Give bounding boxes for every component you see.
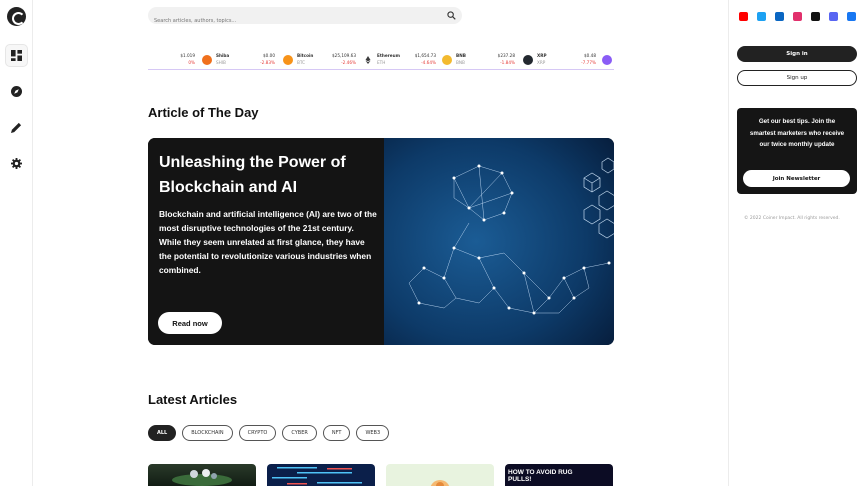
sign-up-button[interactable]: Sign up bbox=[737, 70, 857, 86]
ticker-item[interactable] bbox=[602, 52, 614, 68]
ticker-price: $25,109.63 bbox=[332, 53, 356, 58]
twitter-icon[interactable] bbox=[757, 12, 766, 21]
bnb-coin-icon bbox=[442, 55, 452, 65]
sign-in-button[interactable]: Sign in bbox=[737, 46, 857, 62]
dashboard-nav-icon[interactable] bbox=[6, 45, 27, 66]
join-newsletter-button[interactable]: Join Newsletter bbox=[743, 170, 850, 187]
ethereum-coin-icon bbox=[363, 55, 373, 65]
ticker-change: -7.77% bbox=[581, 60, 596, 65]
article-of-day-heading: Article of The Day bbox=[148, 105, 259, 120]
ticker-symbol: BNB bbox=[456, 53, 466, 58]
ticker-name: XRP bbox=[537, 60, 546, 65]
ticker-item[interactable]: $1.019 0% bbox=[148, 52, 195, 68]
ticker-symbol: XRP bbox=[537, 53, 547, 58]
ticker-symbol: Ethereum bbox=[377, 53, 400, 58]
ticker-name: BTC bbox=[297, 60, 306, 65]
filter-chip-blockchain[interactable]: BLOCKCHAIN bbox=[182, 425, 233, 441]
explore-compass-icon[interactable] bbox=[6, 81, 27, 102]
shiba-coin-icon bbox=[202, 55, 212, 65]
instagram-icon[interactable] bbox=[793, 12, 802, 21]
search-icon[interactable] bbox=[447, 11, 456, 20]
ticker-price: $0.00 bbox=[263, 53, 275, 58]
linkedin-icon[interactable] bbox=[775, 12, 784, 21]
article-thumbnail[interactable]: HOW TO AVOID RUG PULLS! bbox=[505, 464, 613, 486]
ticker-name: SHIB bbox=[216, 60, 226, 65]
newsletter-text: Get our best tips. Join the smartest mar… bbox=[749, 118, 845, 148]
search-input[interactable] bbox=[148, 12, 428, 30]
site-logo-icon[interactable] bbox=[7, 7, 26, 26]
filter-chip-web3[interactable]: WEB3 bbox=[356, 425, 390, 441]
ticker-price: $0.48 bbox=[584, 53, 596, 58]
ticker-item[interactable]: Ethereum ETH $1,654.73 -4.64% bbox=[363, 52, 436, 68]
thumbnail-caption: HOW TO AVOID RUG PULLS! bbox=[508, 469, 573, 483]
article-thumbnail[interactable] bbox=[386, 464, 494, 486]
social-links bbox=[739, 12, 856, 21]
facebook-icon[interactable] bbox=[847, 12, 856, 21]
ticker-item[interactable]: Bitcoin BTC $25,109.63 -2.46% bbox=[283, 52, 356, 68]
left-rail bbox=[0, 0, 33, 486]
filter-chip-crypto[interactable]: CRYPTO bbox=[238, 425, 277, 441]
ticker-symbol: Bitcoin bbox=[297, 53, 314, 58]
ticker-change: -4.64% bbox=[421, 60, 436, 65]
latest-articles-heading: Latest Articles bbox=[148, 392, 238, 407]
featured-article-summary: Blockchain and artificial intelligence (… bbox=[159, 209, 377, 275]
copyright-text: © 2022 Coiner Impact. All rights reserve… bbox=[744, 216, 840, 221]
ticker-price: $237.28 bbox=[497, 53, 515, 58]
ticker-change: -1.84% bbox=[500, 60, 515, 65]
newsletter-card: Get our best tips. Join the smartest mar… bbox=[737, 108, 857, 194]
category-filter-bar: ALL BLOCKCHAIN CRYPTO CYBER NFT WEB3 bbox=[148, 425, 390, 441]
ticker-name: BNB bbox=[456, 60, 465, 65]
ticker-symbol: Shiba bbox=[216, 53, 230, 58]
ticker-price: $1,654.73 bbox=[414, 53, 436, 58]
ticker-item[interactable]: BNB BNB $237.28 -1.84% bbox=[442, 52, 515, 68]
filter-chip-cyber[interactable]: CYBER bbox=[282, 425, 317, 441]
settings-gear-icon[interactable] bbox=[6, 153, 27, 174]
ticker-item[interactable]: Shiba SHIB $0.00 -2.83% bbox=[202, 52, 275, 68]
youtube-icon[interactable] bbox=[739, 12, 748, 21]
discord-icon[interactable] bbox=[829, 12, 838, 21]
crypto-ticker: $1.019 0% Shiba SHIB $0.00 -2.83% Bitcoi… bbox=[148, 50, 614, 70]
search-bar bbox=[148, 7, 462, 30]
ticker-price: $1.019 bbox=[180, 53, 195, 58]
ticker-change: -2.46% bbox=[341, 60, 356, 65]
tiktok-icon[interactable] bbox=[811, 12, 820, 21]
featured-article-card[interactable]: Unleashing the Power of Blockchain and A… bbox=[148, 138, 614, 345]
ticker-change: -2.83% bbox=[260, 60, 275, 65]
featured-article-text-panel: Unleashing the Power of Blockchain and A… bbox=[148, 138, 384, 345]
bitcoin-coin-icon bbox=[283, 55, 293, 65]
article-thumbnail[interactable] bbox=[148, 464, 256, 486]
filter-chip-nft[interactable]: NFT bbox=[322, 425, 351, 441]
coin-partial-icon bbox=[602, 55, 612, 65]
featured-article-title[interactable]: Unleashing the Power of Blockchain and A… bbox=[159, 150, 379, 200]
blockchain-ai-hero-image bbox=[384, 138, 614, 345]
article-thumbnail[interactable] bbox=[267, 464, 375, 486]
write-pen-icon[interactable] bbox=[6, 117, 27, 138]
ticker-name: ETH bbox=[377, 60, 386, 65]
xrp-coin-icon bbox=[523, 55, 533, 65]
filter-chip-all[interactable]: ALL bbox=[148, 425, 177, 441]
ticker-change: 0% bbox=[188, 60, 195, 65]
ticker-item[interactable]: XRP XRP $0.48 -7.77% bbox=[523, 52, 596, 68]
read-now-button[interactable]: Read now bbox=[158, 312, 222, 334]
